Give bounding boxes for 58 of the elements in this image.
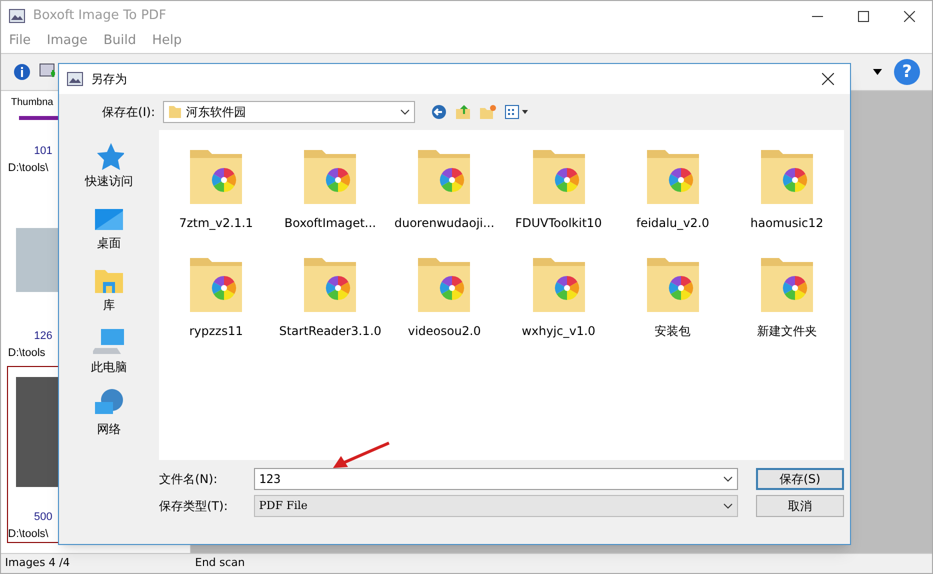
panel-header: Thumbna: [10, 96, 54, 110]
menu-item[interactable]: Image: [46, 31, 88, 51]
field-label: 保存类型(T):: [159, 498, 229, 515]
annotation-arrow: [331, 441, 391, 471]
place-item[interactable]: 快速访问: [85, 172, 133, 190]
info-icon[interactable]: [13, 63, 31, 81]
image-size: 126: [33, 329, 52, 344]
folder-name[interactable]: wxhyjc_v1.0: [522, 322, 596, 340]
chevron-down-icon: [723, 503, 733, 509]
folder-name[interactable]: duorenwudaoji...: [394, 214, 494, 232]
window-title: Boxoft Image To PDF: [33, 7, 166, 26]
folder-name[interactable]: feidalu_v2.0: [636, 214, 710, 232]
place-item[interactable]: 此电脑: [91, 358, 127, 376]
cancel-button[interactable]: 取消: [756, 495, 844, 517]
menu-item[interactable]: Help: [152, 31, 182, 51]
status-text: Images 4 /4: [4, 555, 71, 572]
place-item[interactable]: 网络: [97, 420, 121, 438]
image-path: D:\tools: [8, 346, 46, 360]
maximize-icon: [858, 10, 868, 22]
chevron-down-icon: [723, 476, 733, 482]
dropdown-arrow-icon[interactable]: [873, 69, 882, 75]
place-item[interactable]: 库: [103, 296, 115, 314]
help-button[interactable]: ?: [894, 59, 920, 85]
close-icon: [822, 73, 834, 85]
folder-name[interactable]: videosou2.0: [408, 322, 481, 340]
menu-item[interactable]: Build: [103, 31, 136, 51]
folder-name[interactable]: StartReader3.1.0: [279, 322, 382, 340]
image-path: D:\tools\: [8, 160, 48, 176]
folder-name[interactable]: BoxoftImaget...: [284, 214, 376, 232]
menu-item[interactable]: File: [9, 31, 31, 51]
monitor-icon: [94, 208, 124, 232]
image-size: 500: [33, 510, 52, 525]
close-icon: [904, 10, 914, 22]
view-menu-icon[interactable]: [505, 105, 529, 119]
dialog-icon: [67, 72, 83, 86]
app-icon: [9, 9, 25, 23]
folder-icon: [168, 105, 182, 119]
field-label: 保存在(I):: [101, 104, 156, 121]
image-path: D:\tools\: [8, 526, 48, 542]
folder-name[interactable]: 新建文件夹: [756, 322, 817, 340]
save-button[interactable]: 保存(S): [756, 468, 844, 490]
place-item[interactable]: 桌面: [97, 234, 121, 252]
filename-field[interactable]: 123: [254, 468, 738, 490]
folder-name[interactable]: FDUVToolkit10: [515, 214, 602, 232]
field-label: 文件名(N):: [159, 471, 218, 488]
library-folder-icon: [94, 268, 124, 294]
chevron-down-icon: [400, 109, 410, 115]
computer-icon: [93, 328, 125, 356]
folder-name[interactable]: 7ztm_v2.1.1: [179, 214, 254, 232]
status-text: End scan: [194, 555, 245, 572]
folder-name[interactable]: 安装包: [654, 322, 691, 340]
location-dropdown[interactable]: 河东软件园: [163, 101, 415, 123]
folder-name[interactable]: rypzzs11: [189, 322, 243, 340]
up-folder-icon[interactable]: [455, 104, 471, 120]
image-size: 101: [33, 144, 52, 159]
file-type-dropdown[interactable]: PDF File: [254, 495, 738, 517]
dialog-title: 另存为: [91, 71, 127, 88]
folder-name[interactable]: haomusic12: [750, 214, 824, 232]
